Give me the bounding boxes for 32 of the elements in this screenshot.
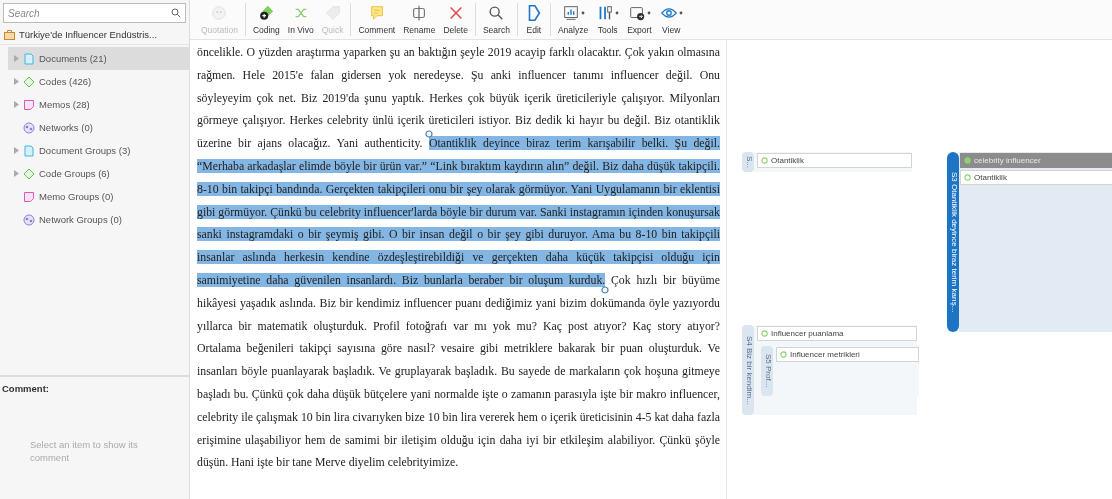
tree-item[interactable]: Codes (426) xyxy=(8,70,189,93)
quotation-bracket[interactable]: S3 Otantiklik deyince biraz terim karış... xyxy=(947,152,959,332)
toolbar-button[interactable]: Export xyxy=(624,3,655,36)
comment-heading: Comment: xyxy=(1,382,49,394)
project-title: Türkiye'de Influencer Endüstris... xyxy=(19,29,158,40)
toolbar-button[interactable]: Delete xyxy=(440,3,471,36)
tree-item[interactable]: Network Groups (0) xyxy=(8,208,189,231)
comment-hint: Select an item to show its comment xyxy=(29,438,139,465)
transcript-paragraph: öncelikle. O yüzden araştırma yaparken şu an baktığın şeyle 2019 acayip farklı olacaktır. Çok yakın olmasına rağmen. Hele 2015'e falan gidersen yok neredeyse. Şu anki influencer tanımı influencer değil. Onu söyleyeyim çok net. Biz 2019'da şunu yaptık. Herkes çok büyük içerik üreticileriyle çalışıyor. Milyonları görmeye çalışıyor. Herkes celebrity ünlü içerik üreticileri istiyor. Biz dedik ki hayır bu değil. Biz otantiklik üzerine bir ajans olacağız. Yani authenticity. Otantiklik deyince biraz terim karışabilir belki. Şu değil. “Merhaba arkadaşlar elimde böyle bir ürün var.” “Link bıraktım kaydırın alın” değil. Biz daha düşük takipçili. 8-10 bin takipçi bandında. Gerçekten takipçileri onu bir şey olarak görmüyor. Yani Uygulamanın bir eklentisi gibi görmüyor. Çünkü bu celebrity influencer'larda böyle bir durum var. Sanki instagramın içinden konuşursak sanki instagramdaki o bir şeymiş gibi. O bir insan değil o bir şey gibi duruyor. Ama bu 8-10 bin takipçili insanlar aslında herkesin kendine özdeşleştirebildiği ve gerçekten daha küçük takipçisi olduğu için samimiyetine daha güvenilen insanlardı. Biz bunlarla beraber bir oluşum kurduk. Çok hızlı bir büyüme hikâyesi yaşadık aslında. Biz bir kendimiz influencer puanı dediğimiz yani bizim dokümanda öyle yazıyordu yıllarca bir matematik oluşturduk. Profil fotoğrafı var mı yok mu? Kaç post atıyor? Kaç story atıyor? Ortalama beğenileri takipçi sayısına göre nasıl? vesaire gibi metriklere bakarak bir puan oluşturduk. Ve insanları böyle puanlayarak başladık. Ve gruplayarak başladık. Bu sayede de markaların çok hoşuna gitmeye başladı bu. Çünkü çok daha düşük bütçelere yani normalde işte o zamanın parasıyla işte bir makro influencer, celebrity ile çalışmak 10 bin lira civarıyken bize 10 bin lira vererek hem o içerik üreticisinin 4-5 kat daha fazla erişimine ulaşabiliyor hem de samimi bir iletişim olduğu için daha iyi bir etkileşim alabiliyor. Çünkü şöyle düşün. Hani işte bir tane Merve diyelim celebrityimize. xyxy=(197,44,720,472)
toolbar-button[interactable]: Coding xyxy=(249,3,283,36)
toolbar-button[interactable]: Analyze xyxy=(554,3,592,36)
tree-item[interactable]: Code Groups (6) xyxy=(8,162,189,185)
toolbar-button[interactable]: In Vivo xyxy=(284,3,317,36)
toolbar-button[interactable]: Comment xyxy=(355,3,399,36)
search-field[interactable]: Search xyxy=(3,3,186,23)
quotation-bracket[interactable]: S... xyxy=(742,152,754,172)
toolbar-button[interactable]: View xyxy=(656,3,686,36)
toolbar-button[interactable]: Rename xyxy=(400,3,439,36)
code-tag[interactable]: Influencer metrikleri xyxy=(776,347,919,362)
code-tag[interactable]: Otantiklik xyxy=(960,170,1112,185)
tree-item[interactable]: Memos (28) xyxy=(8,93,189,116)
code-tag[interactable]: Otantiklik xyxy=(757,153,912,168)
tree-item[interactable]: Documents (21) xyxy=(8,47,189,70)
toolbar-button[interactable]: Tools xyxy=(593,3,623,36)
quotation-bracket[interactable]: S5 Prof... xyxy=(761,346,773,396)
toolbar-button[interactable]: Search xyxy=(479,3,513,36)
tree-item[interactable]: Memo Groups (0) xyxy=(8,185,189,208)
tree-item[interactable]: Networks (0) xyxy=(8,116,189,139)
tree-item[interactable]: Document Groups (3) xyxy=(8,139,189,162)
code-tag[interactable]: Influencer puanlama xyxy=(757,326,917,341)
quotation-bracket[interactable]: S4 Biz bir kendim... xyxy=(742,325,754,415)
toolbar-button[interactable]: Edit xyxy=(521,3,546,36)
